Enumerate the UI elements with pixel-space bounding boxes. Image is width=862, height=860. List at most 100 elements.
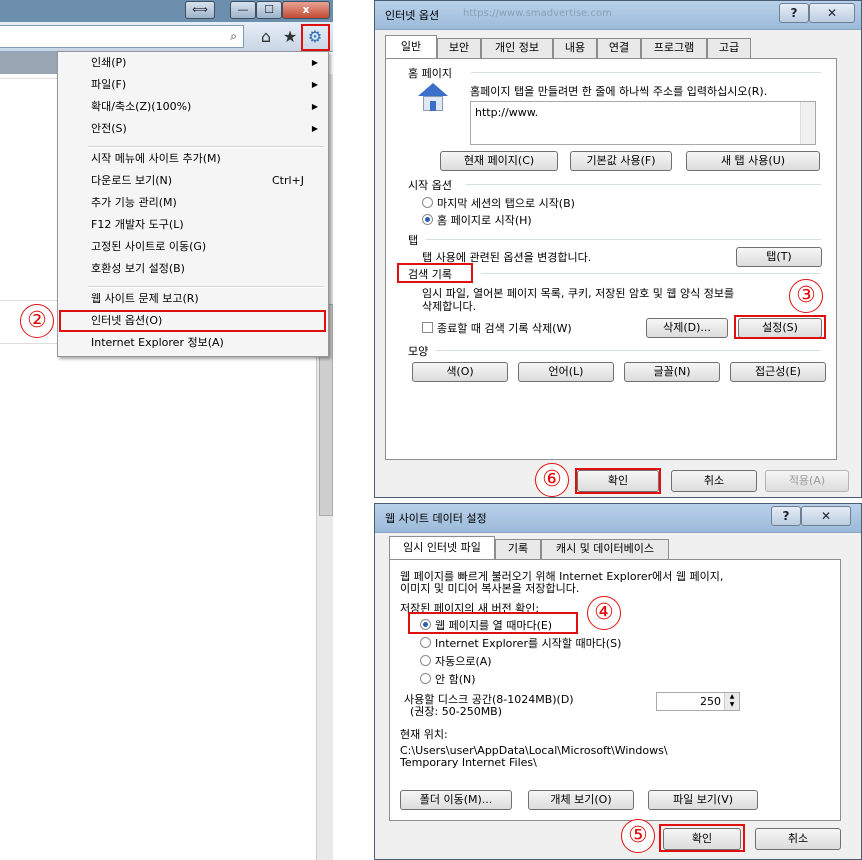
content-line: [0, 300, 58, 301]
highlight-options-ok: [575, 468, 661, 494]
history-delete-button[interactable]: 삭제(D)...: [646, 318, 728, 338]
tab-programs[interactable]: 프로그램: [641, 38, 707, 58]
use-current-button[interactable]: 현재 페이지(C): [440, 151, 558, 171]
never-radio[interactable]: [420, 673, 431, 684]
menu-item-compat-view[interactable]: 호환성 보기 설정(B): [60, 258, 326, 280]
home-description: 홈페이지 탭을 만들려면 한 줄에 하나씩 주소를 입력하십시오(R).: [470, 85, 768, 98]
start-last-session-label: 마지막 세션의 탭으로 시작(B): [437, 197, 575, 210]
menu-item-view-downloads[interactable]: 다운로드 보기(N) Ctrl+J: [60, 170, 326, 192]
tab-privacy[interactable]: 개인 정보: [481, 38, 553, 58]
highlight-internet-options: [59, 310, 326, 332]
highlight-tools: [301, 24, 330, 51]
current-location-path-2: Temporary Internet Files\: [400, 756, 537, 769]
startup-section-title: 시작 옵션: [408, 179, 452, 192]
highlight-settings: [734, 315, 826, 339]
automatic-radio[interactable]: [420, 655, 431, 666]
tab-temp-files[interactable]: 임시 인터넷 파일: [389, 536, 495, 560]
menu-item-file[interactable]: 파일(F) ▶: [60, 74, 326, 96]
use-default-button[interactable]: 기본값 사용(F): [570, 151, 672, 171]
delete-on-exit-checkbox[interactable]: [422, 322, 433, 333]
help-button[interactable]: ?: [771, 506, 801, 526]
content-line: [0, 343, 58, 344]
use-new-tab-button[interactable]: 새 탭 사용(U): [686, 151, 820, 171]
home-house-icon: [416, 83, 450, 113]
dialog-close-button[interactable]: ✕: [801, 506, 851, 526]
menu-item-add-site-start[interactable]: 시작 메뉴에 사이트 추가(M): [60, 148, 326, 170]
options-cancel-button[interactable]: 취소: [671, 470, 757, 492]
menu-label: 파일(F): [91, 78, 127, 91]
disk-space-hint: (권장: 50-250MB): [410, 705, 503, 718]
close-button[interactable]: x: [282, 1, 330, 19]
dialog-title: 인터넷 옵션: [385, 9, 440, 22]
move-folder-button[interactable]: 폴더 이동(M)...: [400, 790, 512, 810]
menu-item-print[interactable]: 인쇄(P) ▶: [60, 52, 326, 74]
address-bar[interactable]: ⌕: [0, 25, 244, 48]
menu-item-manage-addons[interactable]: 추가 기능 관리(M): [60, 192, 326, 214]
menu-label: 인쇄(P): [91, 56, 127, 69]
submenu-arrow-icon: ▶: [311, 58, 318, 67]
menu-item-pinned-sites[interactable]: 고정된 사이트로 이동(G): [60, 236, 326, 258]
menu-item-f12-devtools[interactable]: F12 개발자 도구(L): [60, 214, 326, 236]
menu-item-report-problem[interactable]: 웹 사이트 문제 보고(R): [60, 288, 326, 310]
search-icon[interactable]: ⌕: [230, 29, 237, 44]
tab-connections[interactable]: 연결: [597, 38, 641, 58]
highlight-history-title: [397, 263, 473, 283]
help-button[interactable]: ?: [779, 3, 809, 23]
disk-space-value: 250: [700, 695, 721, 708]
colors-button[interactable]: 색(O): [412, 362, 508, 382]
restore-button[interactable]: ⟺: [185, 1, 215, 19]
disk-space-stepper[interactable]: 250 ▲ ▼: [656, 692, 740, 711]
tab-history[interactable]: 기록: [495, 539, 541, 559]
tab-advanced[interactable]: 고급: [707, 38, 751, 58]
group-line: [436, 350, 821, 351]
tab-general[interactable]: 일반: [385, 35, 437, 59]
submenu-arrow-icon: ▶: [311, 80, 318, 89]
dialog-title-url: https://www.smadvertise.com: [463, 8, 612, 19]
home-icon[interactable]: ⌂: [255, 26, 277, 48]
maximize-button[interactable]: ☐: [256, 1, 282, 19]
appearance-section-title: 모양: [408, 345, 429, 358]
menu-item-safety[interactable]: 안전(S) ▶: [60, 118, 326, 140]
start-home-radio[interactable]: [422, 214, 433, 225]
menu-shortcut: Ctrl+J: [271, 174, 304, 187]
never-label: 안 함(N): [435, 673, 476, 686]
group-line: [466, 184, 821, 185]
favorites-icon[interactable]: ★: [279, 26, 301, 48]
minimize-button[interactable]: —: [230, 1, 256, 19]
submenu-arrow-icon: ▶: [311, 124, 318, 133]
general-tab-page: 홈 페이지 홈페이지 탭을 만들려면 한 줄에 하나씩 주소를 입력하십시오(R…: [385, 58, 837, 460]
fonts-button[interactable]: 글꼴(N): [624, 362, 720, 382]
start-last-session-radio[interactable]: [422, 197, 433, 208]
home-url-textarea[interactable]: http://www.: [470, 101, 816, 145]
group-line: [481, 273, 821, 274]
dialog-close-button[interactable]: ✕: [809, 3, 855, 23]
home-url-text: http://www.: [475, 106, 539, 119]
tab-cache-db[interactable]: 캐시 및 데이터베이스: [541, 539, 669, 559]
view-files-button[interactable]: 파일 보기(V): [648, 790, 758, 810]
group-line: [471, 72, 821, 73]
options-apply-button[interactable]: 적용(A): [765, 470, 849, 492]
stepper-arrows-icon[interactable]: ▲ ▼: [724, 693, 739, 710]
start-home-label: 홈 페이지로 시작(H): [437, 214, 532, 227]
languages-button[interactable]: 언어(L): [518, 362, 614, 382]
menu-item-about-ie[interactable]: Internet Explorer 정보(A): [60, 332, 326, 354]
temp-files-description-2: 이미지 및 미디어 복사본을 저장합니다.: [400, 582, 580, 595]
menu-label: 확대/축소(Z)(100%): [91, 100, 192, 113]
menu-item-zoom[interactable]: 확대/축소(Z)(100%) ▶: [60, 96, 326, 118]
step-3-marker: ③: [789, 279, 823, 313]
accessibility-button[interactable]: 접근성(E): [730, 362, 826, 382]
data-cancel-button[interactable]: 취소: [755, 828, 841, 850]
every-start-radio[interactable]: [420, 637, 431, 648]
view-objects-button[interactable]: 개체 보기(O): [528, 790, 634, 810]
textarea-scrollbar[interactable]: [800, 102, 815, 144]
step-2-marker: ②: [20, 304, 54, 338]
tab-security[interactable]: 보안: [437, 38, 481, 58]
ie-tabstrip: [0, 52, 58, 74]
dialog-title: 웹 사이트 데이터 설정: [385, 512, 487, 525]
every-start-label: Internet Explorer를 시작할 때마다(S): [435, 637, 622, 650]
tab-content[interactable]: 내용: [553, 38, 597, 58]
tabs-section-title: 탭: [408, 234, 419, 247]
menu-label: 안전(S): [91, 122, 127, 135]
delete-on-exit-label: 종료할 때 검색 기록 삭제(W): [437, 322, 572, 335]
tabs-button[interactable]: 탭(T): [736, 247, 822, 267]
